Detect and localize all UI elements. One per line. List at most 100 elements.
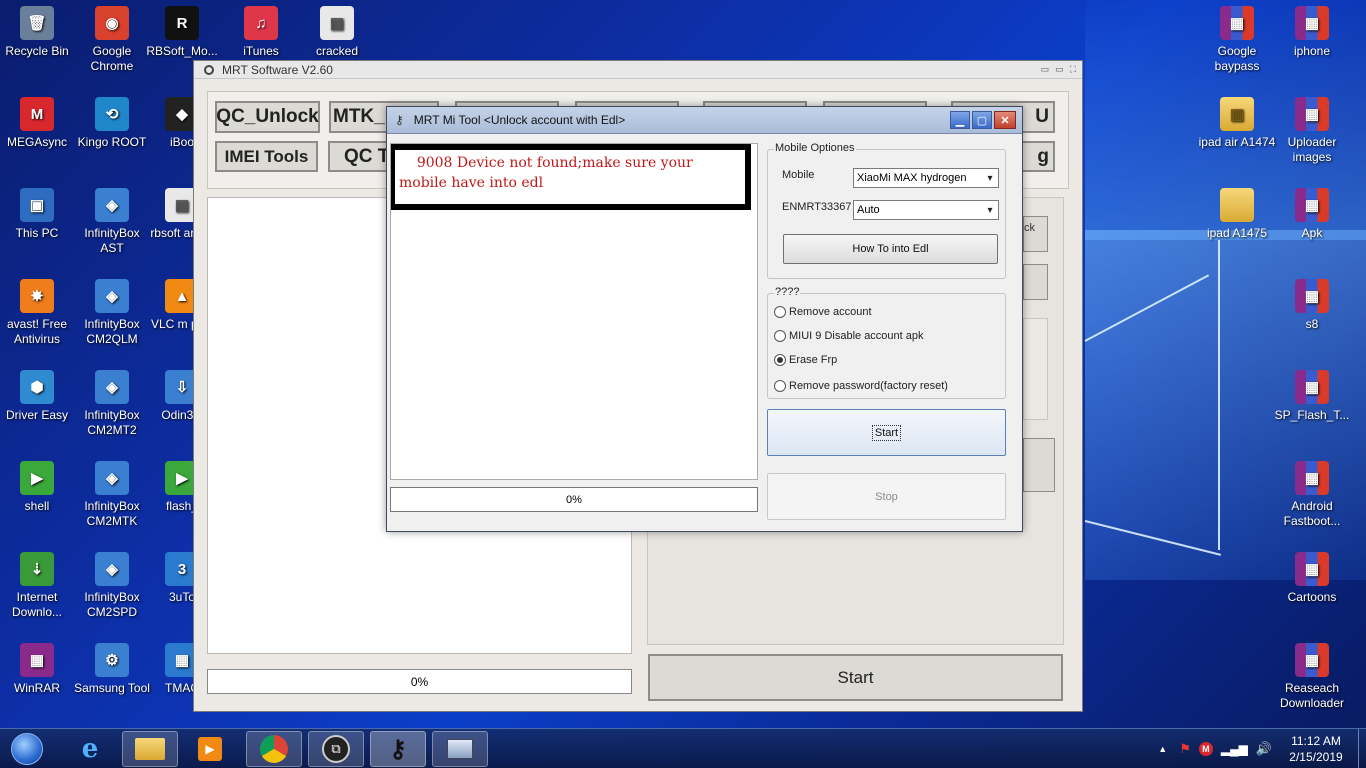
close-icon[interactable]: ⛶ — [1070, 64, 1076, 75]
enmrt-select[interactable]: Auto ▾ — [853, 200, 999, 220]
desktop-icon[interactable]: ◈ InfinityBox CM2SPD — [73, 552, 151, 620]
side-group-box — [1023, 318, 1048, 420]
radio-miui9-disable[interactable]: MIUI 9 Disable account apk — [774, 330, 924, 342]
desktop-icon[interactable]: ▥ ipad air A1474 — [1198, 97, 1276, 150]
desktop-icon[interactable]: ▦ Uploader images — [1273, 97, 1351, 165]
desktop-icon[interactable]: ✸ avast! Free Antivirus — [0, 279, 76, 347]
radio-button[interactable] — [774, 330, 786, 342]
desktop-icon-label: iTunes — [243, 44, 279, 58]
desktop-icon[interactable]: ⇣ Internet Downlo... — [0, 552, 76, 620]
dialog-title-bar[interactable]: ⚷ MRT Mi Tool <Unlock account with Edl> … — [387, 107, 1022, 134]
radio-label: MIUI 9 Disable account apk — [789, 330, 924, 342]
desktop-icon-label: This PC — [15, 226, 59, 240]
taskbar-network-tool[interactable] — [432, 731, 488, 767]
radio-remove-account[interactable]: Remove account — [774, 306, 872, 318]
desktop-icon[interactable]: ▶ shell — [0, 461, 76, 514]
desktop-icon-label: InfinityBox CM2QLM — [84, 317, 140, 346]
desktop-icon[interactable]: ▣ This PC — [0, 188, 76, 241]
desktop-icon-label: Cartoons — [1287, 590, 1337, 604]
desktop-icon[interactable]: ipad A1475 — [1198, 188, 1276, 241]
desktop-icon[interactable]: ▦ SP_Flash_T... — [1273, 370, 1351, 423]
desktop-icon[interactable]: ◈ InfinityBox CM2MTK — [73, 461, 151, 529]
desktop-icon-label: RBSoft_Mo... — [146, 44, 218, 58]
mobile-select[interactable]: XiaoMi MAX hydrogen ▾ — [853, 168, 999, 188]
winrar-archive-icon: ▦ — [1295, 552, 1329, 586]
dialog-stop-button[interactable]: Stop — [767, 473, 1006, 520]
desktop-icon[interactable]: ⬢ Driver Easy — [0, 370, 76, 423]
mrt-start-button[interactable]: Start — [648, 654, 1063, 701]
taskbar-chrome[interactable] — [246, 731, 302, 767]
mrt-title-bar[interactable]: MRT Software V2.60 ▭ ▭ ⛶ — [194, 61, 1082, 79]
desktop-icon[interactable]: M MEGAsync — [0, 97, 76, 150]
network-signal-icon[interactable]: ▂▄▆ — [1221, 742, 1248, 756]
dialog-start-button[interactable]: Start — [767, 409, 1006, 456]
media-player-icon: ▶ — [198, 737, 222, 761]
radio-button[interactable] — [774, 306, 786, 318]
winrar-archive-icon: ▦ — [1295, 643, 1329, 677]
taskbar-task-switcher[interactable]: ⧉ — [308, 731, 364, 767]
minimize-icon[interactable]: ▭ — [1041, 64, 1050, 75]
desktop-icon[interactable]: ◈ InfinityBox CM2QLM — [73, 279, 151, 347]
itunes-icon: ♫ — [244, 6, 278, 40]
how-to-edl-button[interactable]: How To into Edl — [783, 234, 998, 264]
desktop-icon[interactable]: 🗑 Recycle Bin — [0, 6, 76, 59]
options-group: ???? Remove account MIUI 9 Disable accou… — [767, 286, 1006, 399]
desktop-icon[interactable]: ◈ InfinityBox CM2MT2 — [73, 370, 151, 438]
desktop-icon[interactable]: ▦ iphone — [1273, 6, 1351, 59]
desktop-icon-label: ipad A1475 — [1206, 226, 1268, 240]
radio-label: Remove account — [789, 306, 872, 318]
desktop-icon-label: cracked — [315, 44, 359, 58]
action-center-flag-icon[interactable]: ⚑ — [1179, 741, 1191, 757]
desktop-icon[interactable]: ▦ Android Fastboot... — [1273, 461, 1351, 529]
show-desktop-button[interactable] — [1358, 729, 1366, 768]
start-button[interactable] — [2, 731, 52, 767]
desktop-icon[interactable]: ◈ InfinityBox AST — [73, 188, 151, 256]
desktop-icon[interactable]: ▦ Cartoons — [1273, 552, 1351, 605]
close-icon[interactable]: ✕ — [994, 111, 1016, 129]
taskbar-ie[interactable]: e — [62, 731, 118, 767]
chevron-up-icon[interactable]: ▲ — [1158, 744, 1167, 754]
options-legend: ???? — [774, 286, 801, 298]
desktop-icon[interactable]: ▦ Apk — [1273, 188, 1351, 241]
winrar-archive-icon: ▦ — [1220, 6, 1254, 40]
side-button-2[interactable] — [1023, 264, 1048, 300]
radio-remove-password[interactable]: Remove password(factory reset) — [774, 380, 948, 392]
desktop-icon[interactable]: ▦ s8 — [1273, 279, 1351, 332]
radio-button-selected[interactable] — [774, 354, 786, 366]
chrome-icon — [260, 735, 288, 763]
radio-erase-frp[interactable]: Erase Frp — [774, 354, 837, 366]
desktop-icon[interactable]: ⟲ Kingo ROOT — [73, 97, 151, 150]
minimize-icon[interactable]: ▁ — [950, 111, 970, 129]
side-button-3[interactable] — [1023, 438, 1055, 492]
desktop-icon[interactable]: ▤ cracked — [298, 6, 376, 59]
mrt-key-icon: ⚷ — [389, 735, 407, 763]
maximize-icon[interactable]: ▭ — [1055, 64, 1064, 75]
taskbar-mrt-key[interactable]: ⚷ — [370, 731, 426, 767]
desktop-icon[interactable]: ▦ Google baypass — [1198, 6, 1276, 74]
desktop-icon[interactable]: ▦ WinRAR — [0, 643, 76, 696]
desktop-icon-label: shell — [24, 499, 50, 513]
desktop-icon[interactable]: ◉ Google Chrome — [73, 6, 151, 74]
maximize-icon[interactable]: ▢ — [972, 111, 992, 129]
desktop-icon-label: Google Chrome — [90, 44, 134, 73]
desktop-icon[interactable]: ♫ iTunes — [222, 6, 300, 59]
taskbar-media-player[interactable]: ▶ — [182, 731, 238, 767]
desktop-icon[interactable]: R RBSoft_Mo... — [143, 6, 221, 59]
folder-icon — [1220, 188, 1254, 222]
desktop-icon[interactable]: ⚙ Samsung Tool — [73, 643, 151, 696]
radio-button[interactable] — [774, 380, 786, 392]
desktop-icon-label: Uploader images — [1287, 135, 1337, 164]
side-button-ck[interactable]: ck — [1023, 216, 1048, 252]
clock[interactable]: 11:12 AM 2/15/2019 — [1280, 733, 1352, 765]
dialog-progress-bar: 0% — [390, 487, 758, 512]
tab-imei-tools[interactable]: IMEI Tools — [215, 141, 318, 172]
desktop-icon-label: Google baypass — [1214, 44, 1260, 73]
shell-icon: ▶ — [20, 461, 54, 495]
volume-icon[interactable]: 🔊 — [1256, 741, 1272, 757]
desktop-icon-label: Recycle Bin — [5, 44, 69, 58]
desktop-icon[interactable]: ▦ Reaseach Downloader — [1273, 643, 1351, 711]
tab-qc-unlock[interactable]: QC_Unlock — [215, 101, 320, 133]
mega-tray-icon[interactable]: M — [1198, 742, 1213, 756]
mobile-select-value: XiaoMi MAX hydrogen — [857, 172, 967, 184]
taskbar-explorer[interactable] — [122, 731, 178, 767]
